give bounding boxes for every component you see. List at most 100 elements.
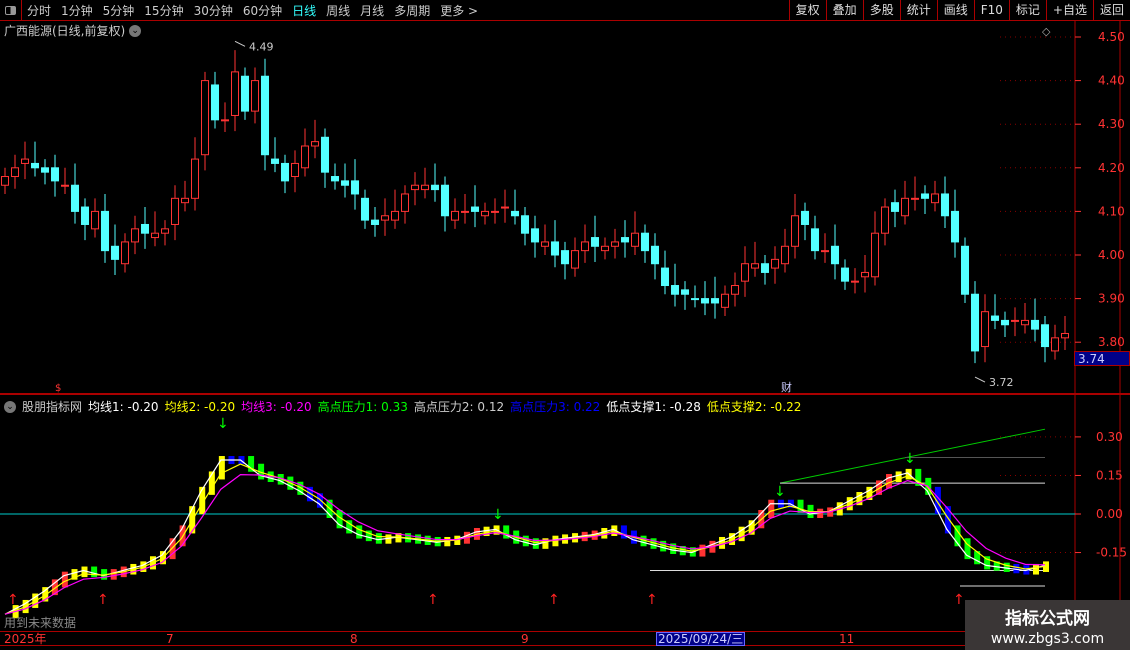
candle-body: [461, 210, 469, 213]
candle-body: [71, 184, 79, 212]
candle-body: [601, 245, 609, 252]
legend-item: 低点支撑1: -0.28: [606, 400, 701, 414]
candle-body: [901, 197, 909, 217]
candle-body: [241, 75, 249, 112]
candle-body: [821, 250, 829, 253]
candle-body: [811, 228, 819, 252]
candle-body: [111, 245, 119, 260]
x-label: 9: [521, 632, 529, 646]
candle-body: [1021, 319, 1029, 326]
candle-body: [321, 136, 329, 173]
candle-body: [231, 71, 239, 116]
candle-body: [651, 245, 659, 265]
candle-body: [541, 241, 549, 247]
candle-body: [1001, 319, 1009, 326]
y-tick-label: 0.00: [1096, 507, 1123, 521]
low-pointer: [974, 376, 986, 383]
indicator-legend: ⌄ 股朋指标网 均线1: -0.20 均线2: -0.20 均线3: -0.20 高点…: [4, 398, 801, 415]
candle-body: [121, 241, 129, 265]
candle-body: [141, 223, 149, 234]
candle-body: [711, 298, 719, 304]
indicator-bar: [375, 533, 382, 544]
candle-body: [511, 210, 519, 217]
candle-body: [481, 210, 489, 217]
candle-body: [251, 80, 259, 112]
candle-body: [341, 180, 349, 186]
y-tick-label: 4.40: [1098, 74, 1125, 88]
candle-body: [571, 250, 579, 269]
sell-arrow-icon: ↓: [774, 484, 786, 500]
candle-body: [221, 119, 229, 122]
candle-body: [611, 241, 619, 247]
indicator-name: 股朋指标网: [22, 400, 83, 414]
candle-body: [61, 184, 69, 187]
candle-body: [791, 215, 799, 247]
candle-body: [391, 210, 399, 221]
y-tick-label: 0.30: [1096, 430, 1123, 444]
candle-body: [531, 228, 539, 243]
y-tick-label: 4.50: [1098, 30, 1125, 44]
candle-body: [581, 241, 589, 252]
legend-item: 高点压力1: 0.33: [317, 400, 408, 414]
candle-body: [21, 158, 29, 164]
x-label: 8: [350, 632, 358, 646]
indicator-bar: [110, 569, 117, 580]
candle-body: [191, 158, 199, 199]
candle-body: [761, 263, 769, 273]
candle-body: [551, 241, 559, 256]
legend-item: 低点支撑2: -0.22: [706, 400, 802, 414]
candle-body: [801, 210, 809, 225]
candle-body: [331, 176, 339, 182]
y-tick-label: 4.30: [1098, 117, 1125, 131]
candle-body: [941, 193, 949, 217]
candle-body: [11, 167, 19, 178]
watermark-url: www.zbgs3.com: [990, 631, 1105, 647]
candle-body: [751, 263, 759, 269]
candle-body: [271, 158, 279, 164]
chart-canvas: 4.50 4.40 4.30 4.20 4.10 4.00 3.90 3.80 0.30 0.15…: [0, 21, 1130, 631]
buy-arrow-icon: ↑: [97, 592, 109, 608]
candle-body: [691, 298, 699, 301]
buy-arrow-icon: ↑: [646, 592, 658, 608]
y-tick-label: -0.15: [1096, 546, 1127, 560]
finance-marker: 财: [781, 380, 792, 394]
candle-body: [1051, 337, 1059, 352]
candle-body: [841, 267, 849, 282]
candle-body: [291, 162, 299, 178]
y-tick-label: 4.20: [1098, 161, 1125, 175]
candle-body: [831, 245, 839, 265]
candle-body: [781, 245, 789, 265]
legend-item: 均线2: -0.20: [164, 400, 236, 414]
x-label: 2025年: [4, 632, 47, 646]
candle-body: [91, 210, 99, 230]
candle-body: [31, 162, 39, 169]
candle-body: [211, 84, 219, 121]
candle-body: [431, 184, 439, 191]
candle-body: [351, 180, 359, 195]
indicator-bar: [886, 474, 893, 489]
candle-body: [1, 176, 9, 186]
diamond-icon: ◇: [1042, 25, 1051, 38]
candle-body: [871, 232, 879, 278]
future-data-note: 用到未来数据: [4, 616, 77, 630]
candle-body: [701, 298, 709, 304]
candle-body: [1031, 319, 1039, 330]
high-pointer: [234, 40, 246, 47]
candle-body: [991, 315, 999, 321]
selected-date: 2025/09/24/三: [656, 632, 746, 646]
y-tick-label: 3.90: [1098, 292, 1125, 306]
candle-body: [441, 184, 449, 217]
legend-item: 高点压力3: 0.22: [510, 400, 601, 414]
chevron-down-icon[interactable]: ⌄: [4, 400, 16, 413]
x-label: 7: [166, 632, 174, 646]
candle-body: [771, 258, 779, 269]
candle-body: [371, 219, 379, 225]
candle-body: [451, 210, 459, 221]
candle-body: [661, 267, 669, 287]
candle-body: [971, 293, 979, 352]
candle-body: [631, 232, 639, 247]
sell-arrow-icon: ↓: [904, 451, 916, 467]
candle-body: [1011, 319, 1019, 322]
candle-body: [891, 202, 899, 212]
indicator-bar: [91, 566, 98, 578]
